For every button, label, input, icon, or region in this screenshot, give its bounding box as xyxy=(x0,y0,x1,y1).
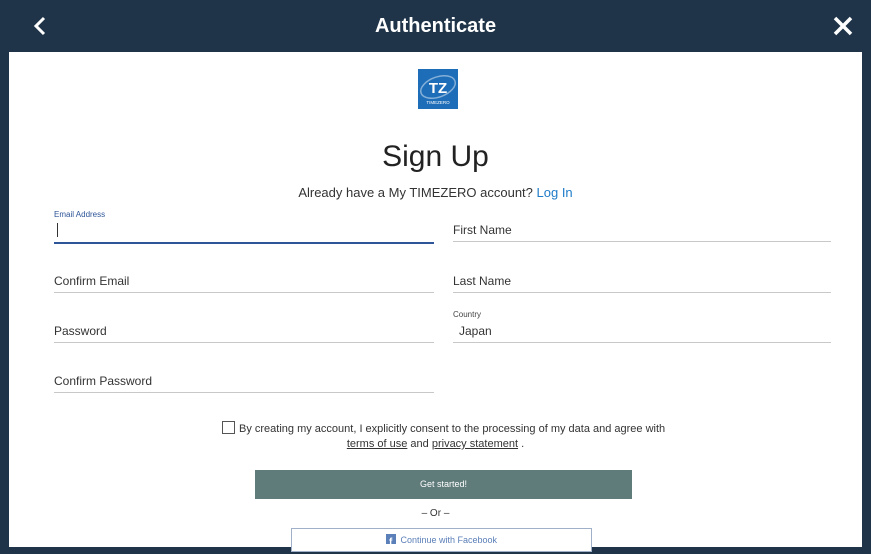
privacy-statement-link[interactable]: privacy statement xyxy=(432,438,518,450)
country-value: Japan xyxy=(459,324,492,338)
confirm-password-field[interactable]: Confirm Password xyxy=(54,368,434,393)
email-field[interactable]: Email Address xyxy=(54,210,434,244)
country-select[interactable]: Country Japan xyxy=(453,308,831,343)
facebook-icon xyxy=(385,532,396,554)
consent-and: and xyxy=(410,438,429,450)
consent-checkbox[interactable] xyxy=(222,421,235,434)
confirm-email-field[interactable]: Confirm Email xyxy=(54,268,434,293)
last-name-label: Last Name xyxy=(453,274,512,288)
get-started-button[interactable]: Get started! xyxy=(255,470,632,499)
or-divider: – Or – xyxy=(421,508,450,519)
close-icon[interactable] xyxy=(831,14,855,38)
password-label: Password xyxy=(54,324,107,338)
facebook-button-label: Continue with Facebook xyxy=(400,535,498,545)
country-label: Country xyxy=(453,310,482,319)
logo-subtext: TIMEZERO xyxy=(426,100,450,105)
logo-text: TZ xyxy=(429,80,447,97)
consent-end: . xyxy=(521,438,525,450)
login-link[interactable]: Log In xyxy=(537,185,573,200)
title-bar: Authenticate xyxy=(0,0,871,52)
page-title: Sign Up xyxy=(382,140,489,173)
account-prompt: Already have a My TIMEZERO account? Log … xyxy=(9,185,862,200)
confirm-email-label: Confirm Email xyxy=(54,274,130,288)
continue-with-facebook-button[interactable]: Continue with Facebook xyxy=(291,528,592,554)
last-name-field[interactable]: Last Name xyxy=(453,268,831,293)
first-name-label: First Name xyxy=(453,223,512,237)
text-caret xyxy=(57,223,58,237)
password-field[interactable]: Password xyxy=(54,318,434,343)
first-name-field[interactable]: First Name xyxy=(453,217,831,242)
terms-of-use-link[interactable]: terms of use xyxy=(347,438,408,450)
signup-panel: TZ TIMEZERO Sign Up Already have a My TI… xyxy=(9,52,862,554)
confirm-password-label: Confirm Password xyxy=(54,374,153,388)
timezero-logo: TZ TIMEZERO xyxy=(418,69,458,109)
consent-line: By creating my account, I explicitly con… xyxy=(222,421,665,435)
email-field-label: Email Address xyxy=(54,210,106,219)
account-prompt-text: Already have a My TIMEZERO account? xyxy=(298,185,533,200)
consent-text: By creating my account, I explicitly con… xyxy=(239,423,666,435)
consent-links: terms of use and privacy statement . xyxy=(9,438,862,450)
window-title: Authenticate xyxy=(374,15,497,37)
